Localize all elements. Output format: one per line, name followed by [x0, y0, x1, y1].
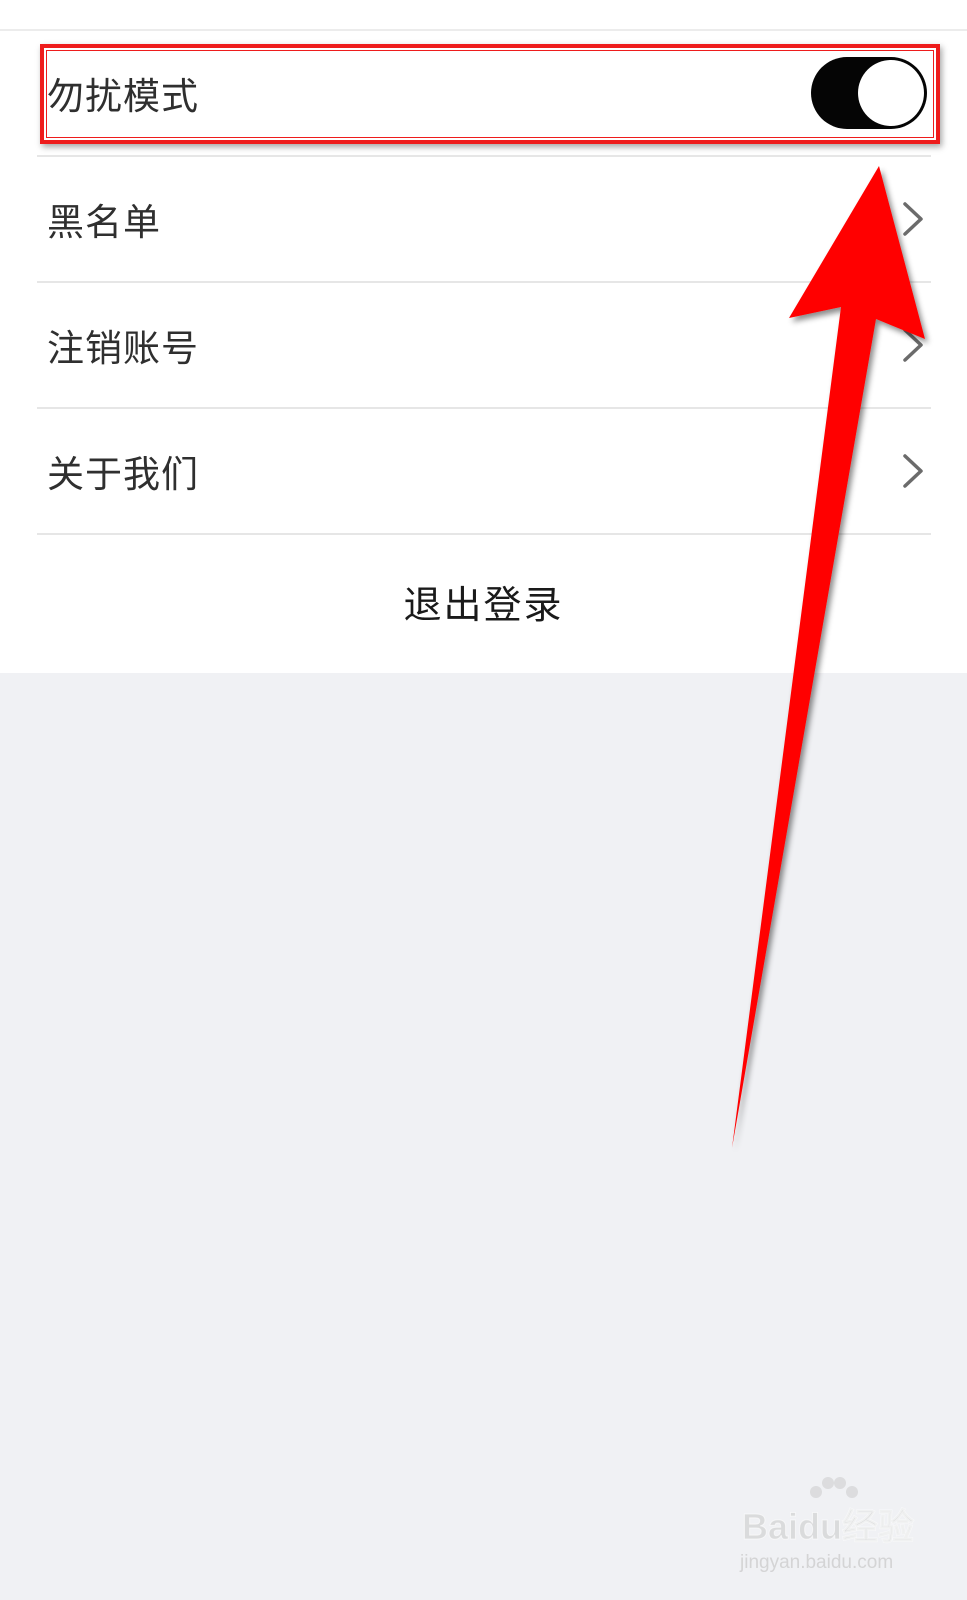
watermark-url: jingyan.baidu.com: [740, 1552, 894, 1573]
paw-icon: [810, 1477, 858, 1498]
settings-row-blacklist[interactable]: 黑名单: [37, 157, 931, 283]
settings-row-label: 注销账号: [47, 327, 199, 370]
do-not-disturb-toggle[interactable]: [811, 57, 927, 129]
top-header-strip: [0, 0, 967, 31]
settings-row-delete-account[interactable]: 注销账号: [37, 283, 931, 409]
chevron-right-icon: [903, 454, 923, 488]
watermark-brand: Baidu经验: [741, 1506, 915, 1548]
baidu-watermark: Baidu经验 jingyan.baidu.com: [740, 1477, 920, 1580]
settings-row-label: 关于我们: [47, 453, 199, 496]
chevron-right-icon: [903, 202, 923, 236]
chevron-right-icon: [903, 328, 923, 362]
toggle-knob: [858, 60, 924, 126]
settings-row-do-not-disturb: 勿扰模式: [37, 31, 931, 157]
settings-row-label: 黑名单: [47, 201, 161, 244]
settings-row-label: 勿扰模式: [47, 75, 199, 118]
logout-button[interactable]: 退出登录: [0, 553, 967, 673]
settings-row-about-us[interactable]: 关于我们: [37, 409, 931, 535]
